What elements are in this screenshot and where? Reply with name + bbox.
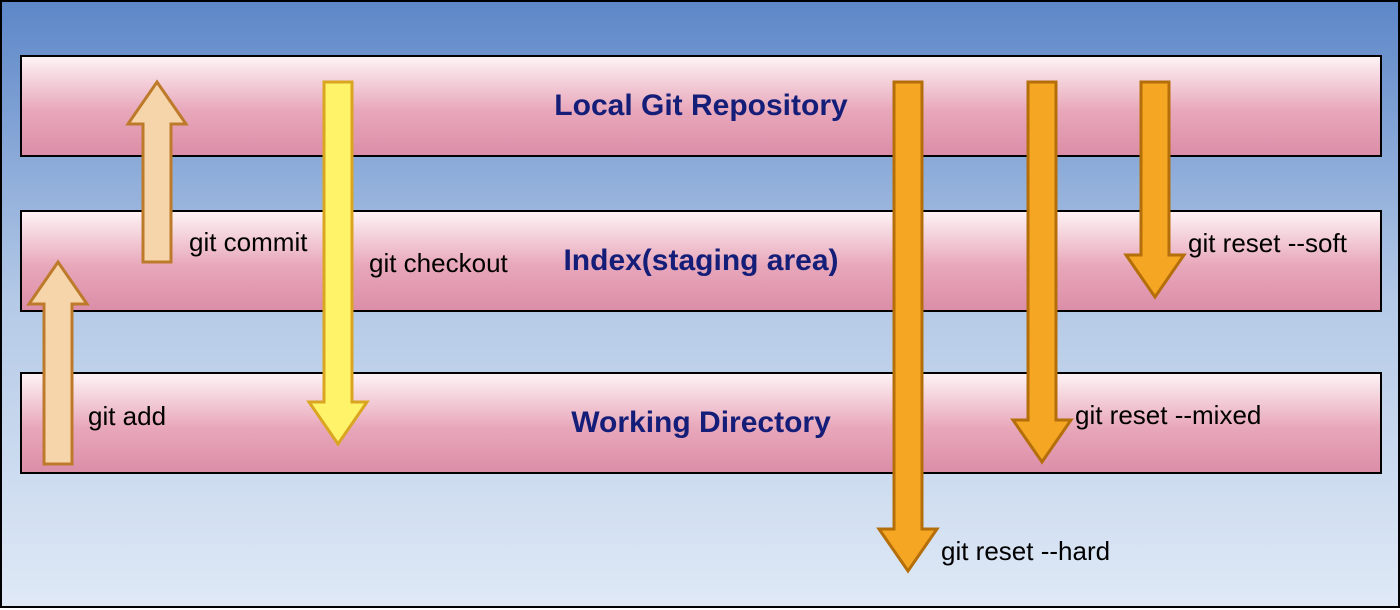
- label-git-checkout: git checkout: [369, 248, 508, 279]
- label-git-add: git add: [88, 401, 166, 432]
- label-git-commit: git commit: [189, 227, 307, 258]
- layer-local-repo: Local Git Repository: [20, 55, 1382, 157]
- label-git-reset-mixed: git reset --mixed: [1075, 400, 1261, 431]
- layer-working-dir-label: Working Directory: [571, 406, 831, 440]
- diagram-canvas: Local Git Repository Index(staging area)…: [0, 0, 1400, 608]
- layer-index-label: Index(staging area): [563, 244, 838, 278]
- label-git-reset-soft: git reset --soft: [1188, 228, 1347, 259]
- label-git-reset-hard: git reset --hard: [941, 536, 1110, 567]
- layer-local-repo-label: Local Git Repository: [554, 89, 847, 123]
- layer-index: Index(staging area): [20, 210, 1382, 312]
